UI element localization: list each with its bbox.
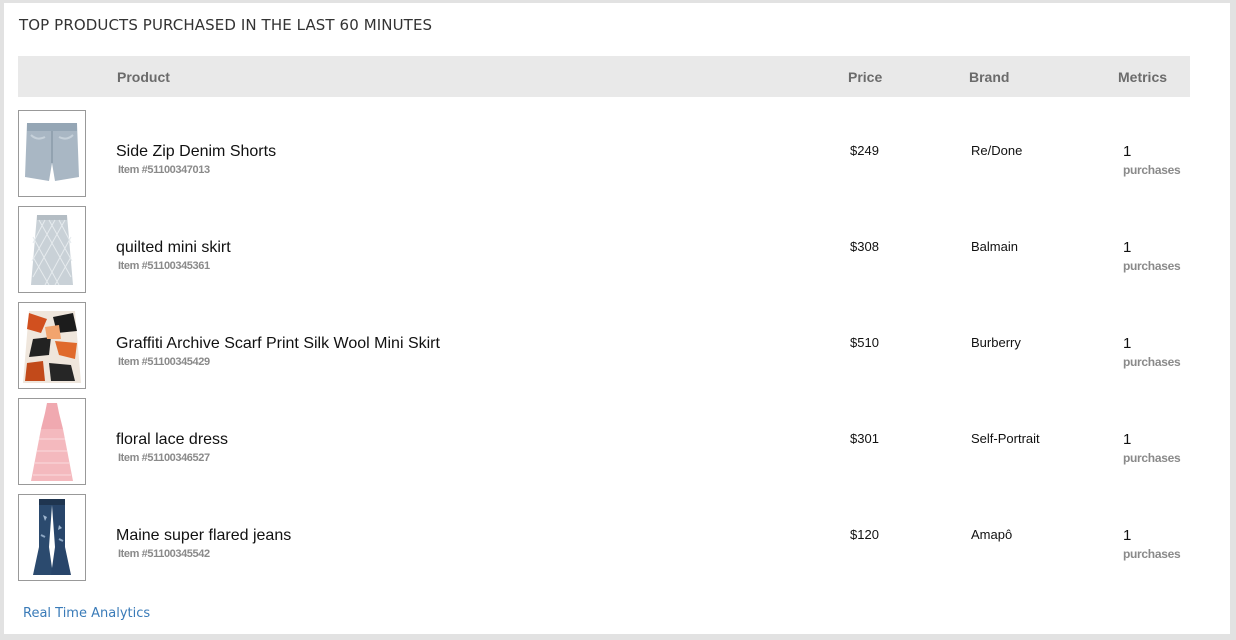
item-number: Item #51100346527: [118, 452, 210, 464]
item-number: Item #51100345361: [118, 260, 210, 272]
print-skirt-image[interactable]: [18, 302, 86, 389]
product-name[interactable]: Graffiti Archive Scarf Print Silk Wool M…: [116, 335, 440, 353]
item-number: Item #51100347013: [118, 164, 210, 176]
purchase-count-label: purchases: [1123, 355, 1181, 369]
column-header-metrics: Metrics: [1118, 69, 1168, 85]
product-price: $510: [850, 335, 879, 350]
table-row[interactable]: floral lace dress Item #51100346527 $301…: [18, 398, 1190, 486]
purchase-count-label: purchases: [1123, 451, 1181, 465]
column-header-product: Product: [117, 69, 170, 85]
column-header-price: Price: [848, 69, 883, 85]
column-header-brand: Brand: [969, 69, 1010, 85]
purchase-count-label: purchases: [1123, 259, 1181, 273]
product-name[interactable]: floral lace dress: [116, 431, 228, 449]
product-brand: Burberry: [971, 335, 1021, 350]
item-number: Item #51100345542: [118, 548, 210, 560]
product-brand: Amapô: [971, 527, 1013, 542]
product-brand: Re/Done: [971, 143, 1023, 158]
product-name[interactable]: Maine super flared jeans: [116, 527, 291, 545]
quilted-skirt-image[interactable]: [18, 206, 86, 293]
purchase-count-label: purchases: [1123, 547, 1181, 561]
purchase-count: 1: [1123, 335, 1132, 352]
product-price: $308: [850, 239, 879, 254]
purchase-count: 1: [1123, 431, 1132, 448]
purchase-count: 1: [1123, 527, 1132, 544]
panel-title: TOP PRODUCTS PURCHASED IN THE LAST 60 MI…: [19, 16, 433, 34]
denim-shorts-image[interactable]: [18, 110, 86, 197]
product-price: $249: [850, 143, 879, 158]
lace-dress-image[interactable]: [18, 398, 86, 485]
purchase-count-label: purchases: [1123, 163, 1181, 177]
product-brand: Self-Portrait: [971, 431, 1040, 446]
product-brand: Balmain: [971, 239, 1018, 254]
table-row[interactable]: Maine super flared jeans Item #511003455…: [18, 494, 1190, 582]
purchase-count: 1: [1123, 143, 1132, 160]
item-number: Item #51100345429: [118, 356, 210, 368]
purchase-count: 1: [1123, 239, 1132, 256]
product-name[interactable]: quilted mini skirt: [116, 239, 231, 257]
top-products-panel: TOP PRODUCTS PURCHASED IN THE LAST 60 MI…: [4, 3, 1230, 634]
real-time-analytics-link[interactable]: Real Time Analytics: [23, 606, 150, 621]
product-price: $301: [850, 431, 879, 446]
flared-jeans-image[interactable]: [18, 494, 86, 581]
product-name[interactable]: Side Zip Denim Shorts: [116, 143, 276, 161]
table-row[interactable]: Side Zip Denim Shorts Item #51100347013 …: [18, 110, 1190, 198]
product-price: $120: [850, 527, 879, 542]
table-row[interactable]: quilted mini skirt Item #51100345361 $30…: [18, 206, 1190, 294]
table-header: Product Price Brand Metrics: [18, 56, 1190, 97]
table-row[interactable]: Graffiti Archive Scarf Print Silk Wool M…: [18, 302, 1190, 390]
